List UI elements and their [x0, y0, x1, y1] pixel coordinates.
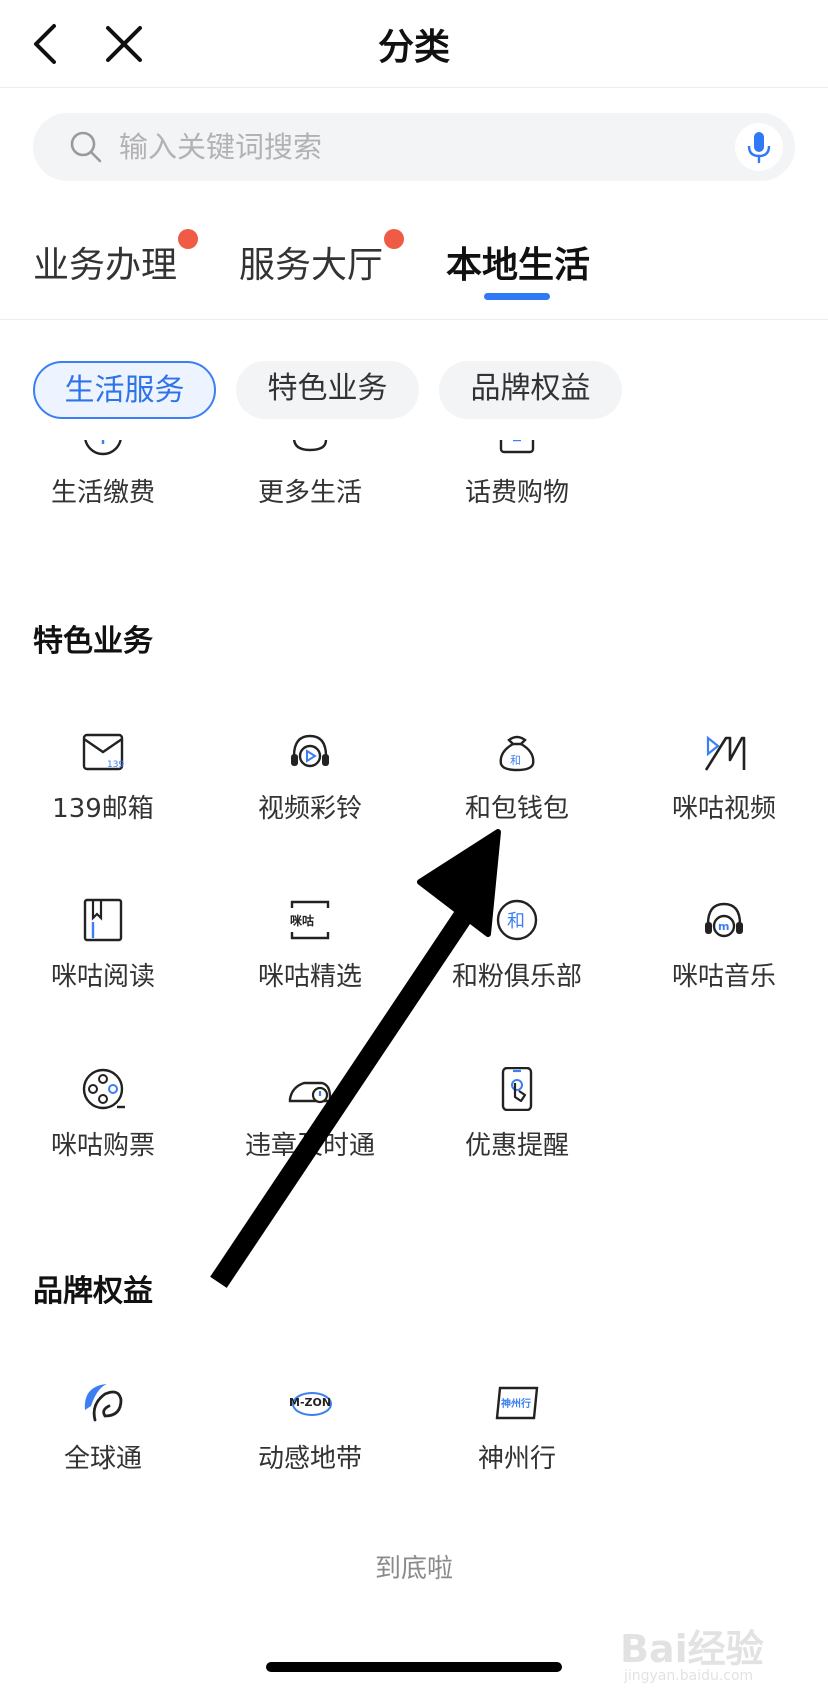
tab-business[interactable]: 业务办理 [33, 236, 177, 288]
migu-video-icon [704, 735, 746, 771]
tab-service-hall-red-dot [384, 229, 404, 249]
payment-icon [84, 440, 122, 456]
grid-item-more-life[interactable]: 更多生活 [220, 440, 400, 520]
grid-label: 动感地带 [257, 1444, 362, 1474]
tab-service-hall[interactable]: 服务大厅 [239, 236, 383, 288]
grid-item-139-mail[interactable]: 139 139邮箱 [13, 730, 193, 850]
microphone-icon [747, 132, 771, 164]
grid-label: 咪咕精选 [257, 962, 362, 992]
grid-label: 违章及时通 [244, 1131, 375, 1161]
grid-item-migu-selection[interactable]: 咪咕 咪咕精选 [220, 898, 400, 1018]
grid-label: 和包钱包 [464, 794, 569, 824]
grid-label: 咪咕视频 [671, 794, 776, 824]
grid-label: 视频彩铃 [257, 794, 362, 824]
migu-reading-icon [83, 898, 123, 942]
wallet-badge: 和 [510, 754, 521, 767]
header: 分类 [0, 0, 828, 88]
end-of-list-text: 到底啦 [374, 1554, 453, 1584]
search-bar[interactable] [33, 113, 795, 181]
migu-music-icon: m [705, 902, 743, 938]
grid-item-migu-music[interactable]: m 咪咕音乐 [634, 898, 814, 1018]
life-services-row: 生活缴费 更多生活 话费购物 [0, 440, 828, 520]
grid-item-wallet[interactable]: 和 和包钱包 [427, 730, 607, 850]
grid-item-migu-video[interactable]: 咪咕视频 [634, 730, 814, 850]
watermark-url: jingyan.baidu.com [624, 1668, 754, 1684]
fan-club-icon: 和 [496, 899, 538, 941]
grid-item-car-alert[interactable]: 违章及时通 [220, 1067, 400, 1187]
mzone-badge: M-ZONE [289, 1396, 332, 1409]
more-life-icon [292, 440, 328, 452]
shenzhouxing-badge: 神州行 [501, 1397, 531, 1410]
shopping-icon [499, 440, 535, 454]
grid-label: 全球通 [63, 1444, 142, 1474]
voice-search-button[interactable] [735, 123, 783, 171]
migu-selection-badge: 咪咕 [290, 913, 314, 928]
grid-label: 咪咕阅读 [50, 962, 155, 992]
mzone-icon: M-ZONE [289, 1392, 332, 1416]
grid-label: 更多生活 [257, 478, 362, 508]
grid-item-global-pass[interactable]: 全球通 [13, 1380, 193, 1500]
grid-item-fan-club[interactable]: 和 和粉俱乐部 [427, 898, 607, 1018]
global-pass-icon [84, 1384, 123, 1422]
mail-139-badge: 139 [107, 760, 124, 770]
baidu-watermark: Bai经验 jingyan.baidu.com [620, 1618, 800, 1688]
grid-label: 139邮箱 [52, 794, 154, 824]
chip-featured[interactable]: 特色业务 [236, 361, 419, 419]
migu-selection-icon: 咪咕 [290, 900, 330, 940]
tab-business-red-dot [178, 229, 198, 249]
chip-life-services[interactable]: 生活服务 [33, 361, 216, 419]
film-reel-icon [82, 1068, 125, 1110]
grid-item-shenzhouxing[interactable]: 神州行 神州行 [427, 1380, 607, 1500]
search-input[interactable] [119, 123, 679, 171]
shenzhouxing-icon: 神州行 [495, 1386, 539, 1420]
grid-item-discount-reminder[interactable]: 优惠提醒 [427, 1067, 607, 1187]
mail-139-icon: 139 [82, 733, 124, 771]
grid-item-migu-tickets[interactable]: 咪咕购票 [13, 1067, 193, 1187]
search-icon [70, 131, 102, 163]
fan-club-badge: 和 [507, 911, 525, 932]
grid-label: 神州行 [477, 1444, 556, 1474]
grid-item-life-payment[interactable]: 生活缴费 [13, 440, 193, 520]
section-title-featured: 特色业务 [33, 624, 153, 659]
phone-tap-icon [501, 1067, 533, 1111]
grid-label: 咪咕音乐 [671, 962, 776, 992]
grid-label: 话费购物 [464, 478, 569, 508]
home-indicator[interactable] [266, 1662, 562, 1672]
grid-label: 生活缴费 [50, 478, 155, 508]
chip-brand[interactable]: 品牌权益 [439, 361, 622, 419]
grid-item-migu-reading[interactable]: 咪咕阅读 [13, 898, 193, 1018]
grid-item-shopping[interactable]: 话费购物 [427, 440, 607, 520]
migu-music-badge: m [718, 920, 729, 933]
watermark-logo: Bai经验 [620, 1627, 764, 1671]
grid-label: 咪咕购票 [50, 1131, 155, 1161]
grid-label: 优惠提醒 [464, 1131, 569, 1161]
car-alert-icon [288, 1081, 332, 1104]
tabs-divider [0, 319, 828, 320]
grid-label: 和粉俱乐部 [451, 962, 582, 992]
wallet-icon: 和 [499, 735, 535, 772]
grid-item-video-ringtone[interactable]: 视频彩铃 [220, 730, 400, 850]
page-title: 分类 [377, 27, 450, 68]
tab-local-life[interactable]: 本地生活 [446, 236, 590, 288]
active-tab-indicator [484, 293, 550, 300]
section-title-brand: 品牌权益 [33, 1274, 153, 1309]
video-ringtone-icon [291, 734, 329, 768]
grid-item-mzone[interactable]: M-ZONE 动感地带 [220, 1380, 400, 1500]
